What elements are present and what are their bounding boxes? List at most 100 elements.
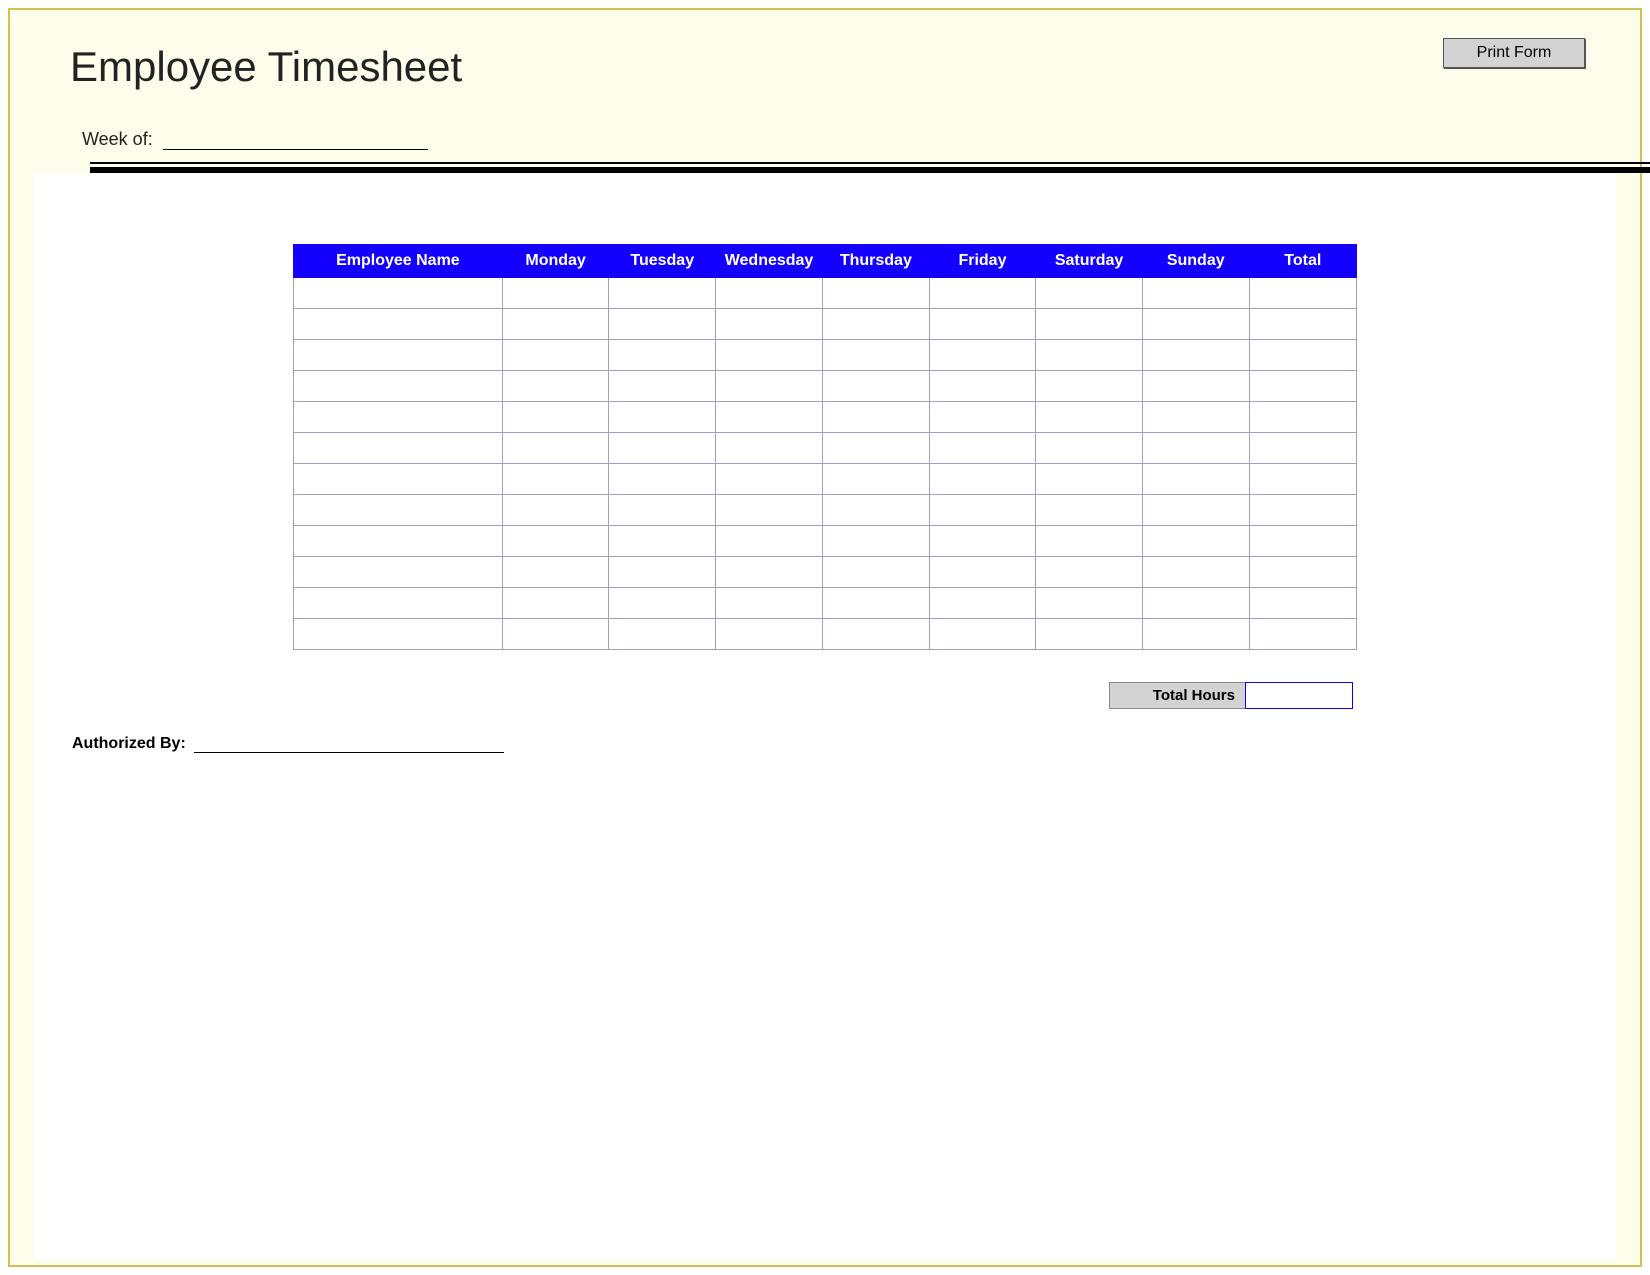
table-cell[interactable]: [294, 402, 503, 433]
table-cell[interactable]: [502, 433, 609, 464]
table-cell[interactable]: [716, 309, 823, 340]
table-cell[interactable]: [822, 309, 929, 340]
table-cell[interactable]: [502, 371, 609, 402]
table-cell[interactable]: [716, 557, 823, 588]
table-cell[interactable]: [1036, 619, 1143, 650]
table-cell[interactable]: [1249, 495, 1356, 526]
table-cell[interactable]: [1249, 526, 1356, 557]
table-cell[interactable]: [822, 557, 929, 588]
table-cell[interactable]: [294, 557, 503, 588]
table-cell[interactable]: [716, 433, 823, 464]
table-cell[interactable]: [1036, 402, 1143, 433]
table-cell[interactable]: [822, 464, 929, 495]
authorized-by-input[interactable]: [194, 735, 504, 753]
table-cell[interactable]: [609, 526, 716, 557]
table-cell[interactable]: [502, 402, 609, 433]
total-hours-value[interactable]: [1245, 682, 1353, 709]
table-cell[interactable]: [1142, 464, 1249, 495]
table-cell[interactable]: [822, 402, 929, 433]
table-cell[interactable]: [1036, 526, 1143, 557]
table-cell[interactable]: [1249, 619, 1356, 650]
table-cell[interactable]: [822, 588, 929, 619]
table-cell[interactable]: [1142, 433, 1249, 464]
print-form-button[interactable]: Print Form: [1443, 38, 1585, 68]
table-cell[interactable]: [609, 557, 716, 588]
table-cell[interactable]: [822, 371, 929, 402]
table-cell[interactable]: [609, 464, 716, 495]
table-cell[interactable]: [716, 402, 823, 433]
table-cell[interactable]: [929, 526, 1036, 557]
table-cell[interactable]: [929, 309, 1036, 340]
table-cell[interactable]: [609, 340, 716, 371]
table-cell[interactable]: [609, 278, 716, 309]
table-cell[interactable]: [929, 495, 1036, 526]
table-cell[interactable]: [716, 588, 823, 619]
table-cell[interactable]: [609, 495, 716, 526]
table-cell[interactable]: [929, 557, 1036, 588]
table-cell[interactable]: [502, 495, 609, 526]
table-cell[interactable]: [1249, 278, 1356, 309]
table-cell[interactable]: [502, 278, 609, 309]
table-cell[interactable]: [294, 340, 503, 371]
table-cell[interactable]: [1249, 340, 1356, 371]
table-cell[interactable]: [502, 619, 609, 650]
table-cell[interactable]: [716, 619, 823, 650]
table-cell[interactable]: [1142, 309, 1249, 340]
table-cell[interactable]: [609, 309, 716, 340]
table-cell[interactable]: [1249, 371, 1356, 402]
table-cell[interactable]: [294, 495, 503, 526]
table-cell[interactable]: [1142, 402, 1249, 433]
table-cell[interactable]: [1249, 557, 1356, 588]
table-cell[interactable]: [1142, 526, 1249, 557]
table-cell[interactable]: [822, 278, 929, 309]
table-cell[interactable]: [716, 371, 823, 402]
table-cell[interactable]: [1036, 588, 1143, 619]
table-cell[interactable]: [502, 588, 609, 619]
table-cell[interactable]: [822, 495, 929, 526]
table-cell[interactable]: [929, 464, 1036, 495]
table-cell[interactable]: [1036, 309, 1143, 340]
table-cell[interactable]: [1036, 278, 1143, 309]
table-cell[interactable]: [1249, 464, 1356, 495]
table-cell[interactable]: [1142, 588, 1249, 619]
table-cell[interactable]: [1249, 433, 1356, 464]
table-cell[interactable]: [929, 433, 1036, 464]
table-cell[interactable]: [929, 340, 1036, 371]
table-cell[interactable]: [1142, 557, 1249, 588]
table-cell[interactable]: [609, 433, 716, 464]
table-cell[interactable]: [502, 309, 609, 340]
table-cell[interactable]: [1036, 371, 1143, 402]
table-cell[interactable]: [1142, 619, 1249, 650]
table-cell[interactable]: [1249, 402, 1356, 433]
table-cell[interactable]: [929, 371, 1036, 402]
table-cell[interactable]: [502, 340, 609, 371]
table-cell[interactable]: [1249, 588, 1356, 619]
table-cell[interactable]: [1142, 495, 1249, 526]
table-cell[interactable]: [822, 619, 929, 650]
table-cell[interactable]: [822, 526, 929, 557]
table-cell[interactable]: [294, 278, 503, 309]
table-cell[interactable]: [502, 526, 609, 557]
table-cell[interactable]: [716, 495, 823, 526]
table-cell[interactable]: [1036, 464, 1143, 495]
table-cell[interactable]: [822, 340, 929, 371]
table-cell[interactable]: [929, 402, 1036, 433]
table-cell[interactable]: [1036, 340, 1143, 371]
table-cell[interactable]: [716, 340, 823, 371]
table-cell[interactable]: [294, 619, 503, 650]
table-cell[interactable]: [1036, 557, 1143, 588]
table-cell[interactable]: [929, 278, 1036, 309]
table-cell[interactable]: [609, 371, 716, 402]
table-cell[interactable]: [294, 371, 503, 402]
table-cell[interactable]: [1249, 309, 1356, 340]
table-cell[interactable]: [502, 557, 609, 588]
table-cell[interactable]: [294, 309, 503, 340]
table-cell[interactable]: [609, 402, 716, 433]
table-cell[interactable]: [929, 588, 1036, 619]
table-cell[interactable]: [502, 464, 609, 495]
table-cell[interactable]: [1142, 371, 1249, 402]
table-cell[interactable]: [716, 464, 823, 495]
table-cell[interactable]: [716, 526, 823, 557]
table-cell[interactable]: [929, 619, 1036, 650]
table-cell[interactable]: [1142, 278, 1249, 309]
